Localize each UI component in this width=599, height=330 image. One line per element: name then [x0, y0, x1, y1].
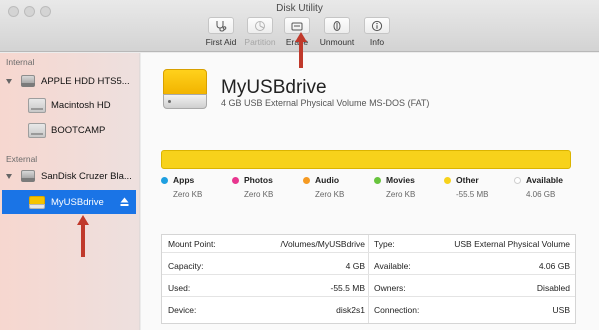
legend-dot [232, 177, 239, 184]
legend-label: Apps [173, 175, 195, 185]
hard-disk-icon [20, 73, 36, 89]
volume-name: MyUSBdrive [221, 77, 327, 98]
info-label: Info [369, 37, 385, 47]
volume-description: 4 GB USB External Physical Volume MS-DOS… [221, 98, 430, 108]
info-label: Connection: [374, 305, 420, 315]
sidebar-item-label: MyUSBdrive [51, 196, 104, 208]
usage-bar [161, 150, 571, 169]
info-icon [371, 20, 383, 31]
usb-drive-icon [163, 67, 207, 111]
info-label: Owners: [374, 283, 406, 293]
main-panel: MyUSBdrive 4 GB USB External Physical Vo… [141, 53, 599, 330]
info-value: Disabled [536, 283, 570, 293]
eject-icon[interactable] [120, 197, 129, 207]
legend-label: Audio [315, 175, 340, 185]
legend-value: Zero KB [244, 190, 274, 199]
info-value: 4 GB [345, 261, 365, 271]
volume-icon [28, 122, 46, 138]
info-value: USB External Physical Volume [454, 239, 570, 249]
sidebar-header-external: External [6, 154, 38, 164]
legend-value: -55.5 MB [456, 190, 489, 199]
legend-value: 4.06 GB [526, 190, 556, 199]
info-value: disk2s1 [336, 305, 365, 315]
info-value: /Volumes/MyUSBdrive [280, 239, 365, 249]
info-value: USB [552, 305, 570, 315]
legend-dot [161, 177, 168, 184]
info-value: -55.5 MB [330, 283, 366, 293]
sidebar-annotation-arrow-icon [77, 215, 89, 257]
unmount-button[interactable]: Unmount [315, 17, 359, 47]
sidebar-item-label: BOOTCAMP [51, 124, 106, 136]
info-button[interactable]: Info [355, 17, 399, 47]
info-row: Device: disk2s1 Connection: USB [162, 301, 575, 319]
pie-chart-icon [255, 20, 265, 31]
unmount-icon [333, 20, 341, 31]
window-title: Disk Utility [276, 3, 323, 14]
sidebar-item-macintosh-hd[interactable]: Macintosh HD [0, 93, 140, 117]
sidebar-item-label: SanDisk Cruzer Bla... [41, 170, 132, 182]
legend-value: Zero KB [315, 190, 345, 199]
erase-annotation-arrow-icon [295, 32, 307, 68]
sidebar-item-bootcamp[interactable]: BOOTCAMP [0, 118, 140, 142]
disk-utility-window: Disk Utility First Aid Partition Unmount… [0, 0, 599, 330]
sidebar-item-internal-disk[interactable]: APPLE HDD HTS5... [0, 69, 140, 93]
sidebar-item-label: Macintosh HD [51, 99, 111, 111]
legend-label: Other [456, 175, 479, 185]
disclosure-triangle-icon[interactable] [6, 174, 12, 179]
legend-label: Photos [244, 175, 273, 185]
volume-icon [28, 97, 46, 113]
info-row: Mount Point: /Volumes/MyUSBdrive Type: U… [162, 235, 575, 253]
info-row: Used: -55.5 MB Owners: Disabled [162, 279, 575, 297]
external-disk-icon [20, 168, 36, 184]
sidebar-item-label: APPLE HDD HTS5... [41, 75, 130, 87]
volume-info-table: Mount Point: /Volumes/MyUSBdrive Type: U… [161, 234, 576, 324]
info-label: Capacity: [168, 261, 204, 271]
sidebar-header-internal: Internal [6, 57, 35, 67]
legend-label: Movies [386, 175, 415, 185]
legend-dot [444, 177, 451, 184]
first-aid-label: First Aid [205, 37, 237, 47]
first-aid-button[interactable]: First Aid [199, 17, 243, 47]
info-label: Mount Point: [168, 239, 216, 249]
unmount-label: Unmount [319, 37, 355, 47]
disclosure-triangle-icon[interactable] [6, 79, 12, 84]
info-label: Type: [374, 239, 395, 249]
sidebar-item-external-disk[interactable]: SanDisk Cruzer Bla... [0, 164, 140, 188]
info-value: 4.06 GB [538, 261, 570, 271]
legend-value: Zero KB [386, 190, 416, 199]
info-label: Used: [168, 283, 191, 293]
info-label: Device: [168, 305, 197, 315]
sidebar: Internal APPLE HDD HTS5... Macintosh HD … [0, 53, 140, 330]
sidebar-item-myusbdrive[interactable]: MyUSBdrive [2, 190, 136, 214]
volume-header: MyUSBdrive 4 GB USB External Physical Vo… [141, 53, 599, 135]
info-row: Capacity: 4 GB Available: 4.06 GB [162, 257, 575, 275]
stethoscope-icon [216, 20, 227, 32]
legend-dot [374, 177, 381, 184]
legend-label: Available [526, 175, 564, 185]
info-label: Available: [374, 261, 411, 271]
legend-value: Zero KB [173, 190, 203, 199]
legend-dot [303, 177, 310, 184]
legend-dot [514, 177, 521, 184]
usb-volume-icon [28, 195, 46, 210]
